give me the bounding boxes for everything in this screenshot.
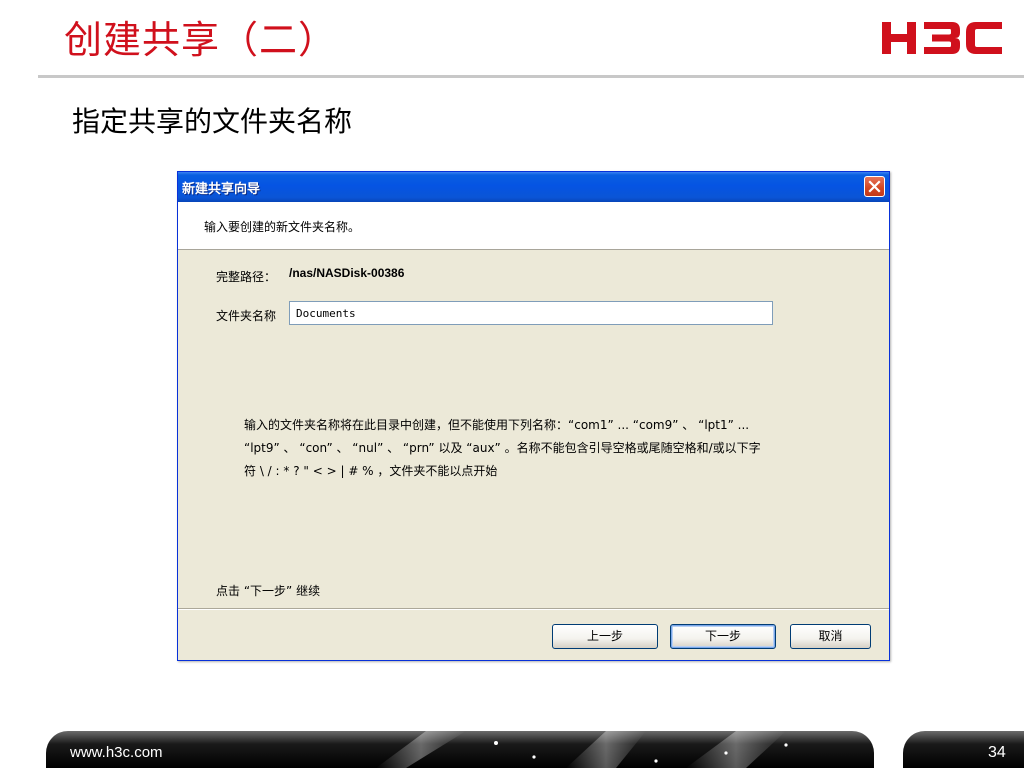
dialog-titlebar[interactable]: 新建共享向导 xyxy=(178,172,889,202)
new-share-wizard-dialog: 新建共享向导 输入要创建的新文件夹名称。 完整路径： /nas/NASDisk-… xyxy=(177,171,890,661)
close-button[interactable] xyxy=(864,176,885,197)
footer-bar: www.h3c.com xyxy=(46,731,874,768)
page-number-box: 34 xyxy=(903,731,1024,768)
slide-title: 创建共享（二） xyxy=(64,18,338,62)
folder-name-label: 文件夹名称 xyxy=(216,309,277,323)
info-line: “lpt9” 、 “con” 、 “nul” 、 “prn” 以及 “aux” … xyxy=(244,441,761,455)
continue-hint: 点击 “下一步” 继续 xyxy=(216,584,321,598)
next-button[interactable]: 下一步 xyxy=(670,624,776,649)
page-number: 34 xyxy=(988,744,1006,761)
full-path-label: 完整路径： xyxy=(216,270,277,284)
info-line: 符 \ / : * ? " < > | # % ，文件夹不能以点开始 xyxy=(244,464,498,478)
dialog-title: 新建共享向导 xyxy=(182,182,261,197)
back-button[interactable]: 上一步 xyxy=(552,624,658,649)
slide-subtitle: 指定共享的文件夹名称 xyxy=(72,105,353,138)
info-line: 输入的文件夹名称将在此目录中创建，但不能使用下列名称：“com1” ... “c… xyxy=(244,418,750,432)
full-path-value: /nas/NASDisk-00386 xyxy=(289,266,405,280)
cancel-button[interactable]: 取消 xyxy=(790,624,871,649)
button-area-divider xyxy=(178,608,889,610)
title-divider xyxy=(38,75,1024,78)
folder-name-input[interactable] xyxy=(289,301,773,325)
footer-url: www.h3c.com xyxy=(70,744,163,761)
close-icon xyxy=(868,180,881,193)
naming-rules-info: 输入的文件夹名称将在此目录中创建，但不能使用下列名称：“com1” ... “c… xyxy=(244,414,864,483)
wizard-prompt: 输入要创建的新文件夹名称。 xyxy=(204,220,361,234)
slide: 创建共享（二） 指定共享的文件夹名称 新建共享向导 输入要创建的新文件夹名称。 … xyxy=(0,0,1024,768)
wizard-header-panel: 输入要创建的新文件夹名称。 xyxy=(178,202,889,250)
h3c-logo xyxy=(882,22,1002,54)
footer-light-streaks xyxy=(376,731,788,768)
